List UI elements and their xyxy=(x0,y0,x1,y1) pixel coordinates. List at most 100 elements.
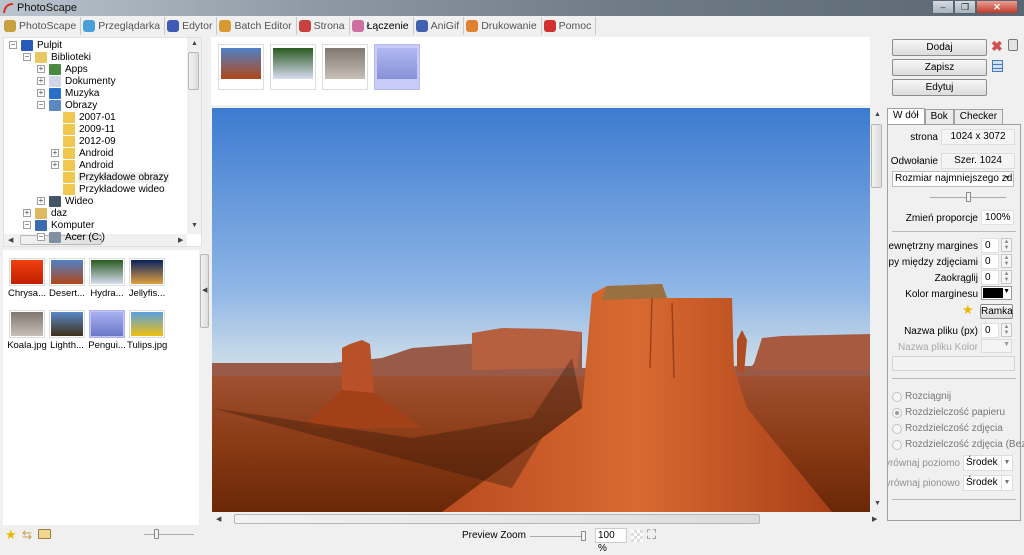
preview-vscroll-thumb[interactable] xyxy=(871,124,882,188)
edit-button[interactable]: Edytuj xyxy=(892,79,987,96)
favorite-star-icon[interactable]: ★ xyxy=(5,527,17,543)
collapse-panel-icon[interactable]: ◀ xyxy=(202,286,207,294)
frame-star-icon[interactable]: ★ xyxy=(962,302,974,318)
tree-item[interactable]: + Android xyxy=(51,159,114,171)
expand-icon[interactable]: + xyxy=(37,77,45,85)
tree-item[interactable]: − Acer (C:) xyxy=(37,231,106,243)
radio-circle[interactable] xyxy=(892,407,902,418)
expand-icon[interactable]: + xyxy=(51,149,59,157)
add-button[interactable]: Dodaj xyxy=(892,39,987,56)
resolution-radio[interactable]: Rozdzielczość papieru xyxy=(892,407,1005,418)
minimize-button[interactable]: – xyxy=(932,0,954,14)
resize-input[interactable]: 100% xyxy=(981,210,1014,225)
radio-circle[interactable] xyxy=(892,391,902,402)
tab-edytor[interactable]: Edytor xyxy=(165,17,218,35)
resolution-radio[interactable]: Rozdzielczość zdjęcia xyxy=(892,423,1003,434)
size-slider[interactable] xyxy=(930,192,1006,202)
thumbnail-item[interactable]: Hydra... xyxy=(87,258,127,299)
tab-side[interactable]: Bok xyxy=(924,109,954,125)
expand-icon[interactable]: + xyxy=(23,209,31,217)
thumbnail-item[interactable]: Pengui... xyxy=(87,310,127,351)
radio-circle[interactable] xyxy=(892,439,902,450)
tab-przeglądarka[interactable]: Przeglądarka xyxy=(81,17,166,35)
tree-item[interactable]: + Muzyka xyxy=(37,87,100,99)
tree-item[interactable]: 2007-01 xyxy=(51,111,117,123)
collapse-icon[interactable]: − xyxy=(23,221,31,229)
tab-photoscape[interactable]: PhotoScape xyxy=(2,17,82,35)
filename-text-field[interactable] xyxy=(892,356,1015,371)
restore-button[interactable]: ❐ xyxy=(954,0,976,14)
tree-item[interactable]: Przykładowe obrazy xyxy=(51,171,170,183)
preview-scroll-right-icon[interactable]: ▶ xyxy=(872,515,877,523)
tree-item[interactable]: − Obrazy xyxy=(37,99,98,111)
thumbnail-size-slider-handle[interactable] xyxy=(154,529,159,539)
selected-image-desert[interactable] xyxy=(218,44,264,90)
outer-margin-input[interactable]: 0 xyxy=(981,238,999,253)
preview-zoom-slider-handle[interactable] xyxy=(581,531,586,541)
tab-down[interactable]: W dół xyxy=(887,108,925,125)
tree-item[interactable]: + Android xyxy=(51,147,114,159)
preview-scroll-left-icon[interactable]: ◀ xyxy=(216,515,221,523)
tab-pomoc[interactable]: Pomoc xyxy=(542,17,597,35)
tab-strona[interactable]: Strona xyxy=(297,17,350,35)
filename-color-picker[interactable]: ▼ xyxy=(981,339,1012,353)
selected-image-hydrangeas[interactable] xyxy=(270,44,316,90)
tree-vertical-scrollbar[interactable]: ▲ ▼ xyxy=(187,38,201,234)
gap-spinner[interactable]: ▲ ▼ xyxy=(1001,254,1012,268)
open-folder-icon[interactable] xyxy=(38,529,51,539)
tree-item[interactable]: + daz xyxy=(23,207,68,219)
checker-background-icon[interactable] xyxy=(631,530,643,542)
tree-item[interactable]: 2009-11 xyxy=(51,123,116,135)
thumbnail-item[interactable]: Chrysa... xyxy=(7,258,47,299)
tab-drukowanie[interactable]: Drukowanie xyxy=(464,17,542,35)
resolution-radio[interactable]: Rozdzielczość zdjęcia (Bez p xyxy=(892,439,1024,450)
tree-item[interactable]: 2012-09 xyxy=(51,135,117,147)
tree-item[interactable]: + Wideo xyxy=(37,195,94,207)
preview-horizontal-scrollbar[interactable]: ◀ ▶ xyxy=(212,513,877,525)
scroll-right-icon[interactable]: ▶ xyxy=(178,236,183,244)
thumbnail-item[interactable]: Tulips.jpg xyxy=(127,310,167,351)
selected-image-koala[interactable] xyxy=(322,44,368,90)
zoom-value-field[interactable]: 100 % xyxy=(595,528,627,554)
round-spinner[interactable]: ▲ ▼ xyxy=(1001,270,1012,284)
tree-scroll-thumb[interactable] xyxy=(188,52,199,90)
save-button[interactable]: Zapisz xyxy=(892,59,987,76)
filename-size-input[interactable]: 0 xyxy=(981,323,999,338)
collapse-icon[interactable]: − xyxy=(23,53,31,61)
close-button[interactable]: ✕ xyxy=(976,0,1018,14)
remove-icon[interactable]: ✖ xyxy=(991,38,1003,55)
scroll-left-icon[interactable]: ◀ xyxy=(8,236,13,244)
filename-size-spinner[interactable]: ▲ ▼ xyxy=(1001,323,1012,337)
tree-item[interactable]: Przykładowe wideo xyxy=(51,183,166,195)
collapse-icon[interactable]: − xyxy=(37,101,45,109)
resolution-radio[interactable]: Rozciągnij xyxy=(892,391,951,402)
tree-item[interactable]: − Pulpit xyxy=(9,39,63,51)
radio-circle[interactable] xyxy=(892,423,902,434)
tree-item[interactable]: + Apps xyxy=(37,63,89,75)
gap-input[interactable]: 0 xyxy=(981,254,999,269)
tab-batch-editor[interactable]: Batch Editor xyxy=(217,17,297,35)
fit-to-window-icon[interactable]: ⛶ xyxy=(647,527,656,543)
collapse-icon[interactable]: − xyxy=(9,41,17,49)
size-slider-handle[interactable] xyxy=(966,192,971,202)
tab-łączenie[interactable]: Łączenie xyxy=(350,17,414,35)
expand-icon[interactable]: + xyxy=(37,197,45,205)
tree-item[interactable]: − Komputer xyxy=(23,219,95,231)
horizontal-align-dropdown[interactable]: Środek ▼ xyxy=(963,455,1013,471)
thumbnail-item[interactable]: Jellyfis... xyxy=(127,258,167,299)
vertical-align-dropdown[interactable]: Środek ▼ xyxy=(963,475,1013,491)
thumbnails-scrollbar[interactable]: ◀ xyxy=(199,250,210,525)
size-mode-dropdown[interactable]: Rozmiar najmniejszego zd ▼ xyxy=(892,171,1014,187)
preview-scroll-down-icon[interactable]: ▼ xyxy=(874,500,881,507)
refresh-icon[interactable]: ⇆ xyxy=(22,528,32,542)
list-view-icon[interactable] xyxy=(992,60,1003,72)
tree-item[interactable]: + Dokumenty xyxy=(37,75,117,87)
preview-hscroll-thumb[interactable] xyxy=(234,514,760,524)
collapse-icon[interactable]: − xyxy=(37,233,45,241)
thumbnail-item[interactable]: Koala.jpg xyxy=(7,310,47,351)
thumbnail-item[interactable]: Lighth... xyxy=(47,310,87,351)
thumbnail-item[interactable]: Desert... xyxy=(47,258,87,299)
frame-button[interactable]: Ramka xyxy=(980,304,1013,319)
selected-image-penguins[interactable] xyxy=(374,44,420,90)
margin-color-picker[interactable]: ▼ xyxy=(981,286,1012,300)
